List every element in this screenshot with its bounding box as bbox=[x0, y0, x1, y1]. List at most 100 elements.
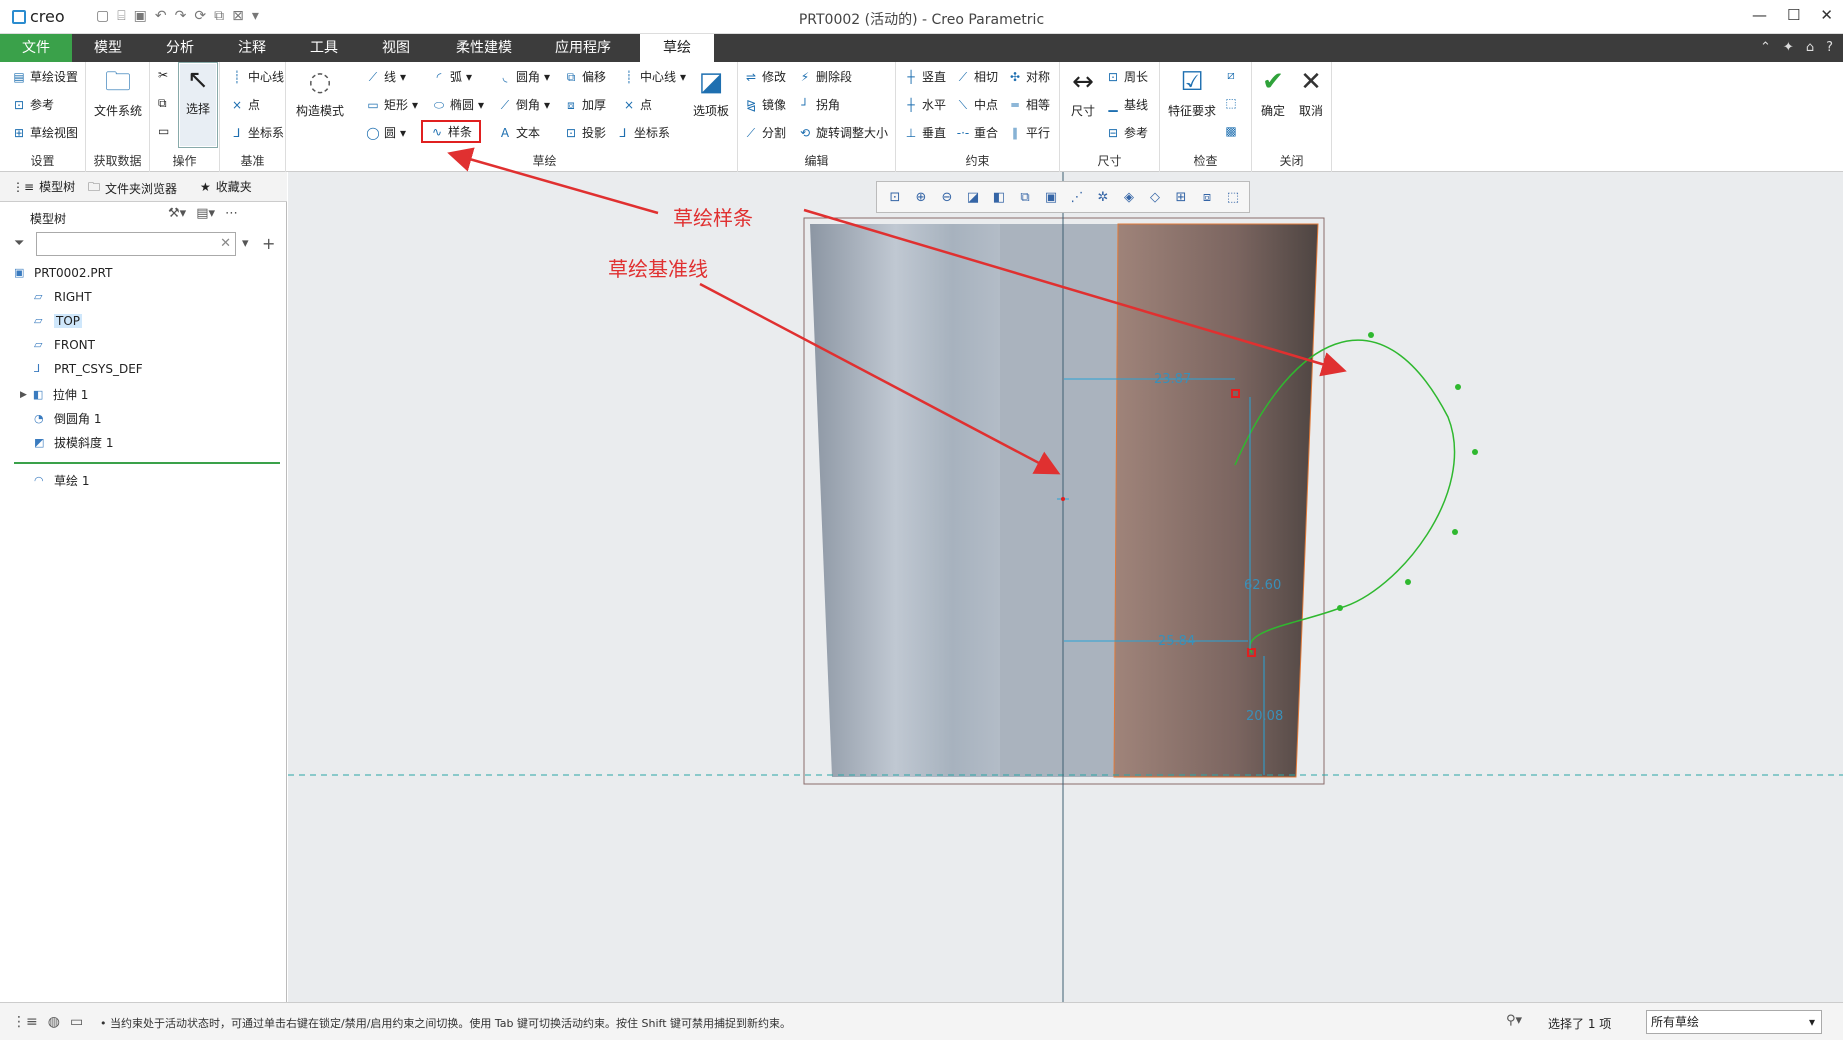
sketch-centerline-button[interactable]: ┊ 中心线 ▾ bbox=[622, 68, 686, 85]
dim-25-84[interactable]: 25.84 bbox=[1158, 634, 1195, 649]
select-button[interactable]: ↖ 选择 bbox=[178, 62, 218, 148]
project-button[interactable]: ⊡ 投影 bbox=[564, 124, 606, 141]
zoom-in-icon[interactable]: ⊕ bbox=[911, 190, 931, 205]
perimeter-button[interactable]: ⊡ 周长 bbox=[1106, 68, 1148, 85]
expand-arrow-icon[interactable]: ▶ bbox=[20, 390, 27, 400]
fillet-button[interactable]: ◟ 圆角 ▾ bbox=[498, 68, 550, 85]
group-dimension-label[interactable]: 尺寸 bbox=[1060, 152, 1159, 169]
equal-constraint-button[interactable]: ═ 相等 bbox=[1008, 96, 1050, 113]
insert-indicator[interactable] bbox=[14, 462, 280, 464]
dim-20-08[interactable]: 20.08 bbox=[1246, 709, 1283, 724]
reference-dim-button[interactable]: ⊟ 参考 bbox=[1106, 124, 1148, 141]
tab-folder-browser[interactable]: 🗀 文件夹浏览器 bbox=[88, 178, 177, 199]
minimize-icon[interactable]: — bbox=[1752, 6, 1767, 24]
spline-points[interactable] bbox=[1337, 332, 1478, 611]
datum-display-icon[interactable]: ⋰ bbox=[1067, 190, 1087, 205]
annotation-display-icon[interactable]: ◇ bbox=[1145, 190, 1165, 205]
sketch-setup-button[interactable]: ▤ 草绘设置 bbox=[12, 68, 78, 85]
perpendicular-constraint-button[interactable]: ⊥ 垂直 bbox=[904, 124, 946, 141]
baseline-button[interactable]: ▁ 基线 bbox=[1106, 96, 1148, 113]
tree-item-draft[interactable]: ◩ 拔模斜度 1 bbox=[34, 434, 113, 451]
midpoint-constraint-button[interactable]: ⟍ 中点 bbox=[956, 96, 998, 113]
datum-centerline-button[interactable]: ┊ 中心线 bbox=[230, 68, 284, 85]
tree-search-input[interactable]: ✕ bbox=[36, 232, 236, 256]
repaint-icon[interactable]: ◪ bbox=[963, 190, 983, 205]
tangent-constraint-button[interactable]: ⟋ 相切 bbox=[956, 68, 998, 85]
help-icon[interactable]: ? bbox=[1826, 40, 1833, 55]
tree-item-right[interactable]: ▱ RIGHT bbox=[34, 290, 92, 304]
add-icon[interactable]: + bbox=[262, 234, 275, 253]
cancel-button[interactable]: ✕ 取消 bbox=[1294, 66, 1328, 119]
mirror-button[interactable]: ⧎ 镜像 bbox=[744, 96, 786, 113]
tab-flexible-modeling[interactable]: 柔性建模 bbox=[432, 34, 536, 62]
tab-sketch[interactable]: 草绘 bbox=[640, 34, 714, 62]
corner-button[interactable]: ┘ 拐角 bbox=[798, 96, 840, 113]
tab-model-tree[interactable]: ⋮≡ 模型树 bbox=[12, 178, 75, 195]
coincident-constraint-button[interactable]: -·- 重合 bbox=[956, 124, 998, 141]
datum-csys-button[interactable]: ⅃ 坐标系 bbox=[230, 124, 284, 141]
sketch-canvas[interactable]: 23.87 62.60 25.84 20.08 bbox=[288, 172, 1843, 1002]
arc-button[interactable]: ◜ 弧 ▾ bbox=[432, 68, 472, 85]
tab-annotate[interactable]: 注释 bbox=[216, 34, 288, 62]
sketch-view-display-icon[interactable]: ⊞ bbox=[1171, 190, 1191, 205]
sketch-csys-button[interactable]: ⅃ 坐标系 bbox=[616, 124, 670, 141]
datum-point-button[interactable]: × 点 bbox=[230, 96, 260, 113]
construction-mode-button[interactable]: ◌ 构造模式 bbox=[292, 66, 348, 119]
tab-model[interactable]: 模型 bbox=[72, 34, 144, 62]
display-style-icon[interactable]: ◧ bbox=[989, 190, 1009, 205]
file-system-button[interactable]: 🗀 文件系统 bbox=[92, 66, 144, 119]
graduation-icon[interactable]: ⌂ bbox=[1806, 40, 1814, 55]
rectangle-button[interactable]: ▭ 矩形 ▾ bbox=[366, 96, 418, 113]
tree-item-top[interactable]: ▱ TOP bbox=[34, 314, 83, 328]
overlap-check-icon[interactable]: ⧄ bbox=[1224, 68, 1238, 82]
thicken-button[interactable]: ⧈ 加厚 bbox=[564, 96, 606, 113]
group-operations-label[interactable]: 操作 bbox=[150, 152, 219, 169]
maximize-icon[interactable]: ☐ bbox=[1787, 6, 1800, 24]
clear-search-icon[interactable]: ✕ bbox=[220, 236, 231, 251]
group-inspect-label[interactable]: 检查 bbox=[1160, 152, 1251, 169]
sketch-display-filter-icon[interactable]: ⧈ bbox=[1197, 190, 1217, 205]
find-icon[interactable]: ⚲▾ bbox=[1506, 1013, 1522, 1028]
zoom-out-icon[interactable]: ⊖ bbox=[937, 190, 957, 205]
cut-icon[interactable]: ✂ bbox=[158, 68, 168, 82]
parallel-constraint-button[interactable]: ∥ 平行 bbox=[1008, 124, 1050, 141]
tab-tools[interactable]: 工具 bbox=[288, 34, 360, 62]
tab-applications[interactable]: 应用程序 bbox=[536, 34, 630, 62]
open-ends-icon[interactable]: ⬚ bbox=[1224, 96, 1238, 110]
refit-icon[interactable]: ⊡ bbox=[885, 190, 905, 205]
dim-23-87[interactable]: 23.87 bbox=[1154, 372, 1191, 387]
selection-filter-dropdown[interactable]: 所有草绘 ▾ bbox=[1646, 1010, 1822, 1034]
group-setup-label[interactable]: 设置 bbox=[0, 152, 85, 169]
tree-item-round[interactable]: ◔ 倒圆角 1 bbox=[34, 410, 101, 427]
graphics-viewport[interactable]: 23.87 62.60 25.84 20.08 bbox=[288, 172, 1843, 1002]
tab-analysis[interactable]: 分析 bbox=[144, 34, 216, 62]
tree-item-sketch[interactable]: ◠ 草绘 1 bbox=[34, 472, 89, 489]
spline-button[interactable]: ∿ 样条 bbox=[420, 120, 482, 143]
dimension-button[interactable]: ↔ 尺寸 bbox=[1064, 66, 1102, 119]
tree-item-extrude[interactable]: ▶ ◧ 拉伸 1 bbox=[20, 386, 88, 403]
fullscreen-icon[interactable]: ▭ bbox=[70, 1014, 83, 1030]
palette-button[interactable]: ◪ 选项板 bbox=[688, 66, 734, 119]
sketch-view-button[interactable]: ⊞ 草绘视图 bbox=[12, 124, 78, 141]
tree-settings-icon[interactable]: ⚒▾ bbox=[168, 206, 186, 221]
group-constrain-label[interactable]: 约束 bbox=[896, 152, 1059, 169]
paste-icon[interactable]: ▭ bbox=[158, 124, 169, 138]
modify-button[interactable]: ⇌ 修改 bbox=[744, 68, 786, 85]
sketch-point-button[interactable]: × 点 bbox=[622, 96, 652, 113]
tab-view[interactable]: 视图 bbox=[360, 34, 432, 62]
ok-button[interactable]: ✔ 确定 bbox=[1256, 66, 1290, 119]
lightbulb-icon[interactable]: ✦ bbox=[1783, 40, 1794, 55]
shade-closed-icon[interactable]: ▩ bbox=[1224, 124, 1238, 138]
tree-columns-icon[interactable]: ▤▾ bbox=[196, 206, 215, 221]
tree-filter-icon[interactable]: ⋯ bbox=[225, 206, 238, 221]
tab-file[interactable]: 文件 bbox=[0, 34, 72, 62]
line-button[interactable]: ⟋ 线 ▾ bbox=[366, 68, 406, 85]
circle-button[interactable]: ◯ 圆 ▾ bbox=[366, 124, 406, 141]
close-icon[interactable]: ✕ bbox=[1820, 6, 1833, 24]
tab-favorites[interactable]: ★ 收藏夹 bbox=[200, 178, 252, 195]
vertical-constraint-button[interactable]: ┼ 竖直 bbox=[904, 68, 946, 85]
text-button[interactable]: A 文本 bbox=[498, 124, 540, 141]
symmetric-constraint-button[interactable]: ✣ 对称 bbox=[1008, 68, 1050, 85]
copy-icon[interactable]: ⧉ bbox=[158, 96, 167, 111]
offset-button[interactable]: ⧉ 偏移 bbox=[564, 68, 606, 85]
